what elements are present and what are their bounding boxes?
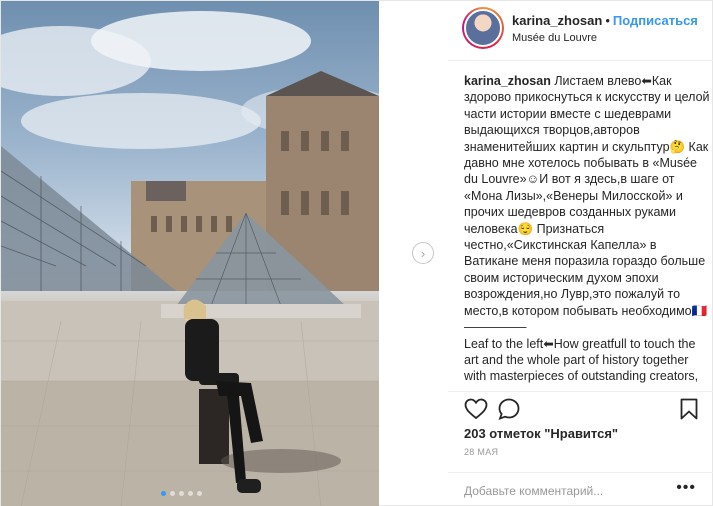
caption-paragraph: karina_zhosan Листаем влево⬅Как здорово … xyxy=(464,73,710,385)
comment-icon xyxy=(498,398,520,420)
post-actions: 203 отметок "Нравится" 28 МАЯ ••• xyxy=(448,391,713,506)
post-date: 28 МАЯ xyxy=(464,447,499,457)
avatar-image xyxy=(464,9,502,47)
carousel-dot xyxy=(188,491,193,496)
comment-bar: ••• xyxy=(448,472,713,506)
post-card: › karina_zhosan • Подписаться Musée du Lou… xyxy=(0,0,713,506)
carousel-dot xyxy=(179,491,184,496)
comment-button[interactable] xyxy=(498,398,520,425)
carousel-dots xyxy=(161,491,202,496)
follow-button[interactable]: Подписаться xyxy=(613,13,698,28)
carousel-next-button[interactable]: › xyxy=(412,242,434,264)
header-title-line: karina_zhosan • Подписаться xyxy=(512,13,698,28)
post-side-panel: karina_zhosan • Подписаться Musée du Louvr… xyxy=(448,1,713,506)
carousel-dot xyxy=(170,491,175,496)
more-options-button[interactable]: ••• xyxy=(676,480,696,496)
caption-text: Листаем влево⬅Как здорово прикоснуться к… xyxy=(464,74,710,384)
louvre-photo-illustration xyxy=(1,11,379,506)
likes-count[interactable]: 203 отметок "Нравится" xyxy=(464,426,618,441)
post-photo[interactable] xyxy=(1,1,379,506)
header-separator: • xyxy=(605,13,610,28)
bookmark-icon xyxy=(680,398,698,420)
chevron-right-icon: › xyxy=(420,245,426,261)
carousel-dot-active xyxy=(161,491,166,496)
post-header: karina_zhosan • Подписаться Musée du Louvr… xyxy=(448,1,713,61)
like-button[interactable] xyxy=(464,398,488,425)
caption-username[interactable]: karina_zhosan xyxy=(464,74,551,88)
heart-icon xyxy=(464,398,488,420)
username-link[interactable]: karina_zhosan xyxy=(512,13,602,28)
location-link[interactable]: Musée du Louvre xyxy=(512,32,597,44)
avatar[interactable] xyxy=(462,7,504,49)
comment-input[interactable] xyxy=(464,481,660,501)
save-button[interactable] xyxy=(680,398,698,425)
carousel-dot xyxy=(197,491,202,496)
post-caption: karina_zhosan Листаем влево⬅Как здорово … xyxy=(464,73,710,389)
